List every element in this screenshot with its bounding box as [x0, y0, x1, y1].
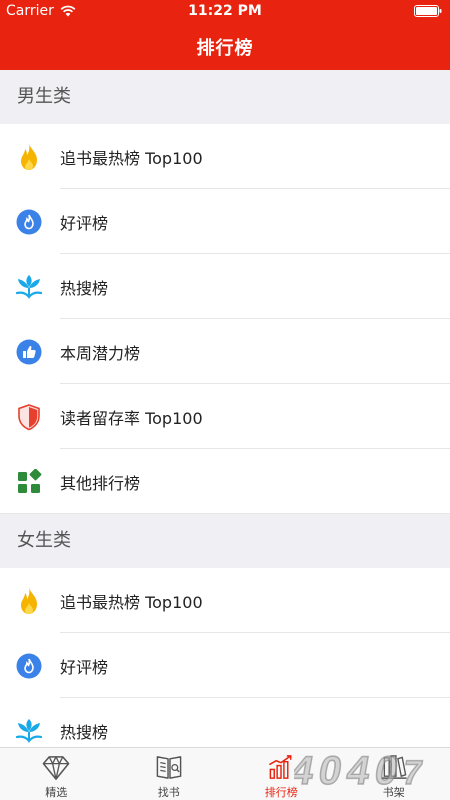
tab-label: 精选 — [45, 786, 68, 799]
tab-featured[interactable]: 精选 — [0, 748, 113, 800]
list-item-hot-search[interactable]: 热搜榜 — [0, 254, 450, 319]
tab-bookshelf[interactable]: 书架 — [338, 748, 450, 800]
clock: 11:22 PM — [188, 3, 262, 19]
tab-rankings[interactable]: 排行榜 — [225, 748, 338, 800]
chart-icon — [269, 755, 292, 779]
thumbs-up-icon — [14, 337, 44, 367]
lotus-icon — [14, 272, 44, 302]
tab-label: 排行榜 — [264, 786, 298, 799]
bookshelf-icon — [381, 755, 407, 779]
list-item-hot-top100-female[interactable]: 追书最热榜 Top100 — [0, 568, 450, 633]
blue-flame-icon — [14, 651, 44, 681]
tab-label: 书架 — [382, 786, 405, 799]
list-item-hot-top100[interactable]: 追书最热榜 Top100 — [0, 124, 450, 189]
list-item-hot-search-female[interactable]: 热搜榜 — [0, 698, 450, 747]
book-icon — [156, 756, 182, 779]
list-item-label: 读者留存率 Top100 — [60, 408, 203, 428]
battery-icon — [414, 5, 442, 17]
lotus-icon — [14, 716, 44, 746]
list-item-good-review-female[interactable]: 好评榜 — [0, 633, 450, 698]
tab-label: 找书 — [157, 786, 180, 799]
list-item-good-review[interactable]: 好评榜 — [0, 189, 450, 254]
list-item-weekly-potential[interactable]: 本周潜力榜 — [0, 319, 450, 384]
section-header-male: 男生类 — [0, 70, 450, 124]
list-item-label: 好评榜 — [60, 657, 109, 677]
blue-flame-icon — [14, 207, 44, 237]
section-header-female: 女生类 — [0, 514, 450, 568]
diamond-icon — [42, 756, 70, 780]
list-item-retention-top100[interactable]: 读者留存率 Top100 — [0, 384, 450, 449]
status-bar: Carrier 11:22 PM — [0, 0, 450, 24]
header: Carrier 11:22 PM 排行榜 — [0, 0, 450, 70]
list-item-label: 追书最热榜 Top100 — [60, 148, 203, 168]
list-item-label: 其他排行榜 — [60, 473, 141, 493]
grid-icon — [14, 467, 44, 497]
screen: Carrier 11:22 PM 排行榜 男生类 追书最热榜 Top100 好评… — [0, 0, 450, 800]
flame-icon — [14, 142, 44, 172]
list-item-label: 热搜榜 — [60, 722, 109, 742]
flame-icon — [14, 586, 44, 616]
list-item-other-rankings[interactable]: 其他排行榜 — [0, 449, 450, 514]
list-item-label: 热搜榜 — [60, 278, 109, 298]
tab-bar: 精选 找书 排行榜 书架 — [0, 747, 450, 800]
ranking-list[interactable]: 男生类 追书最热榜 Top100 好评榜 热搜榜 本周潜力榜 读者留存率 Top… — [0, 70, 450, 747]
list-item-label: 本周潜力榜 — [60, 343, 141, 363]
page-title: 排行榜 — [196, 38, 254, 59]
shield-icon — [14, 402, 44, 432]
tab-find-books[interactable]: 找书 — [113, 748, 226, 800]
list-item-label: 追书最热榜 Top100 — [60, 592, 203, 612]
list-item-label: 好评榜 — [60, 213, 109, 233]
